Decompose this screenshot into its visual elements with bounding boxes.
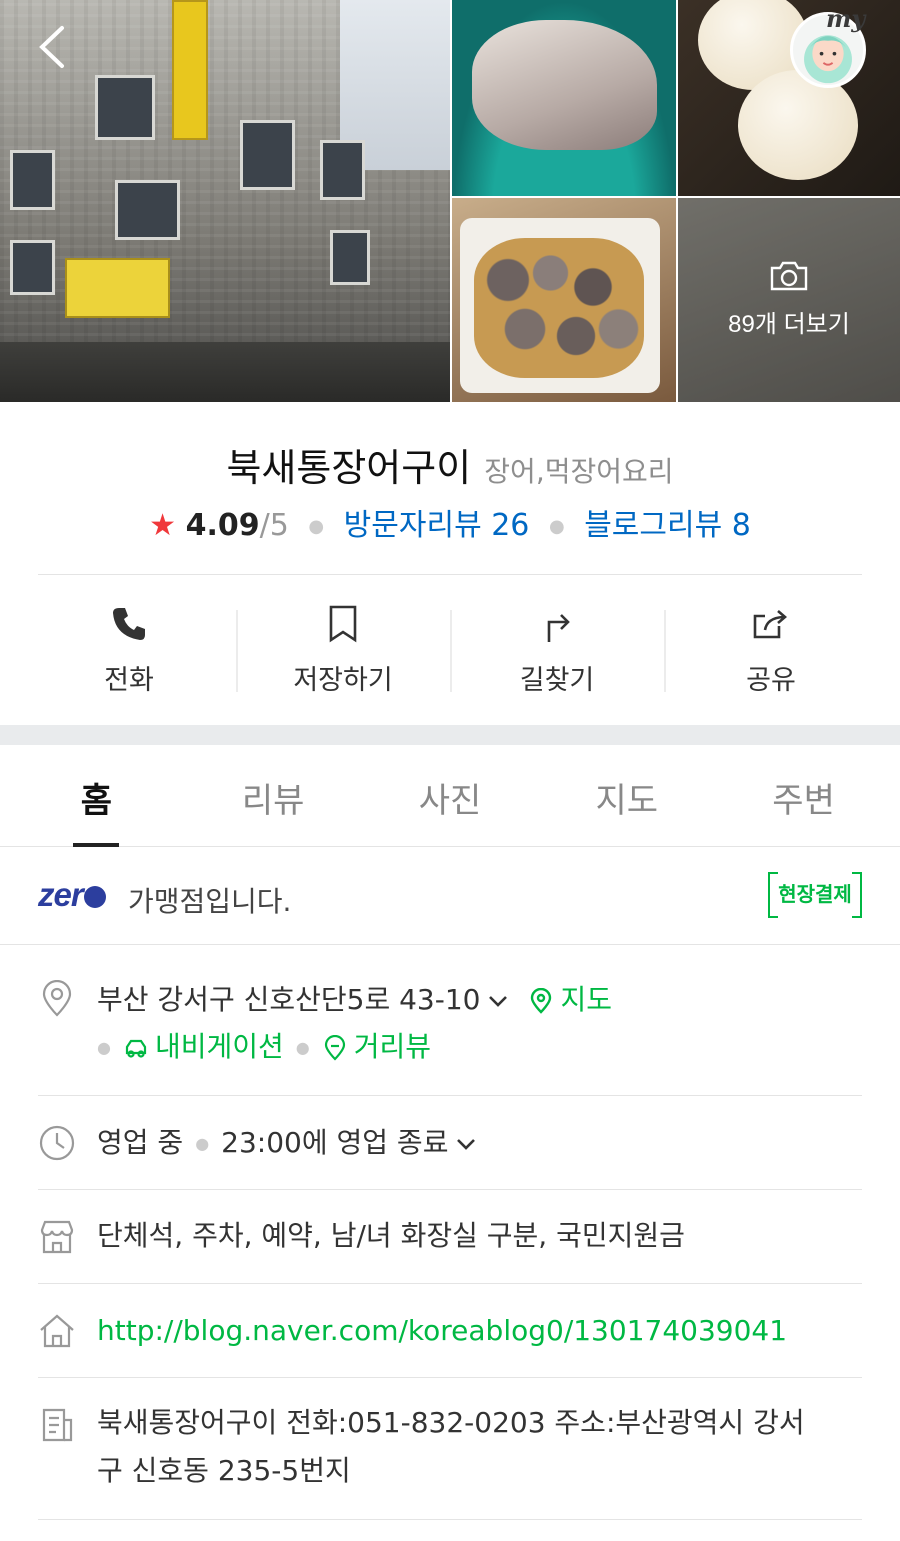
building-window xyxy=(95,75,155,140)
divider xyxy=(38,1095,862,1096)
zeropay-logo: zer xyxy=(38,876,106,914)
rating-score: 4.09 xyxy=(185,508,260,543)
save-label: 저장하기 xyxy=(293,665,393,696)
visitor-reviews-link[interactable]: 방문자리뷰 26 xyxy=(344,508,530,543)
share-icon xyxy=(753,610,787,639)
chevron-down-icon[interactable] xyxy=(486,989,510,1013)
home-icon xyxy=(40,1314,74,1348)
blog-reviews-link[interactable]: 블로그리뷰 8 xyxy=(584,508,751,543)
action-bar: 전화 저장하기 길찾기 공유 xyxy=(22,600,878,700)
horizontal-shop-sign xyxy=(65,258,170,318)
section-gap xyxy=(0,725,900,745)
clock-icon xyxy=(39,1125,75,1161)
car-icon xyxy=(125,1039,147,1058)
tab-home[interactable]: 홈 xyxy=(8,745,185,847)
divider xyxy=(38,1283,862,1284)
building-window xyxy=(10,150,55,210)
place-name: 북새통장어구이 xyxy=(226,446,472,490)
side-dish xyxy=(738,70,858,180)
directions-icon xyxy=(547,614,570,642)
building-window xyxy=(320,140,365,200)
document-icon xyxy=(42,1408,73,1442)
separator-dot: ● xyxy=(195,1134,210,1153)
call-button[interactable]: 전화 xyxy=(22,600,236,700)
map-link[interactable]: 지도 xyxy=(560,983,612,1016)
chevron-down-icon[interactable] xyxy=(454,1132,478,1156)
photo-food-3[interactable] xyxy=(452,198,676,402)
streetview-pin-icon xyxy=(324,1035,345,1061)
description-line-1: 북새통장어구이 전화:051-832-0203 주소:부산광역시 강서 xyxy=(97,1406,805,1439)
hours-row[interactable]: 영업 중 ● 23:00에 영업 종료 xyxy=(97,1120,478,1167)
photo-food-1[interactable] xyxy=(452,0,676,196)
tab-map[interactable]: 지도 xyxy=(538,745,715,846)
tab-bar: 홈 리뷰 사진 지도 주변 xyxy=(0,745,900,847)
address-links-row: ● 내비게이션 ● 거리뷰 xyxy=(97,1024,431,1071)
star-icon: ★ xyxy=(149,508,177,543)
call-label: 전화 xyxy=(104,665,154,696)
directions-button[interactable]: 길찾기 xyxy=(450,600,664,700)
more-photos-button[interactable]: 89개 더보기 xyxy=(678,260,900,339)
place-header: 북새통장어구이 장어,먹장어요리 xyxy=(0,437,900,492)
open-status: 영업 중 xyxy=(97,1126,184,1159)
street-level xyxy=(0,342,450,402)
save-button[interactable]: 저장하기 xyxy=(236,600,450,700)
onsite-payment-badge: 현장결제 xyxy=(768,872,862,918)
description-line-2: 구 신호동 235-5번지 xyxy=(97,1454,351,1487)
divider xyxy=(38,1519,862,1520)
back-arrow-icon[interactable] xyxy=(30,22,80,72)
separator-dot: ● xyxy=(295,1038,310,1057)
directions-label: 길찾기 xyxy=(519,665,595,696)
navigation-link[interactable]: 내비게이션 xyxy=(155,1030,284,1063)
rating-max: /5 xyxy=(259,508,289,543)
streetview-link[interactable]: 거리뷰 xyxy=(354,1030,431,1063)
share-button[interactable]: 공유 xyxy=(664,600,878,700)
separator-dot: ● xyxy=(308,516,325,537)
divider xyxy=(38,574,862,575)
zeropay-badge-icon xyxy=(83,886,106,909)
separator-dot: ● xyxy=(548,516,565,537)
zeropay-logo-text: zer xyxy=(38,876,84,913)
address-row: 부산 강서구 신호산단5로 43-10 지도 xyxy=(97,977,612,1023)
map-pin-icon xyxy=(531,988,552,1014)
place-category: 장어,먹장어요리 xyxy=(484,455,674,488)
bookmark-icon xyxy=(329,605,357,643)
share-label: 공유 xyxy=(746,665,796,696)
camera-icon xyxy=(770,261,808,291)
rating-row: ★ 4.09/5 ● 방문자리뷰 26 ● 블로그리뷰 8 xyxy=(0,500,900,544)
separator-dot: ● xyxy=(97,1038,111,1057)
divider xyxy=(0,944,900,945)
building-window xyxy=(330,230,370,285)
closing-time: 23:00에 영업 종료 xyxy=(221,1126,449,1159)
location-pin-icon xyxy=(42,980,72,1017)
more-photos-label: 89개 더보기 xyxy=(728,311,850,338)
shellfish-dish xyxy=(474,238,644,378)
building-window xyxy=(10,240,55,295)
store-icon xyxy=(40,1220,74,1254)
zeropay-text: 가맹점입니다. xyxy=(128,885,292,918)
zeropay-banner: zer 가맹점입니다. 현장결제 xyxy=(38,872,862,922)
vertical-shop-sign xyxy=(172,0,208,140)
phone-icon xyxy=(113,608,145,640)
website-link[interactable]: http://blog.naver.com/koreablog0/1301740… xyxy=(97,1308,787,1354)
amenities-text: 단체석, 주차, 예약, 남/녀 화장실 구분, 국민지원금 xyxy=(97,1219,685,1252)
photo-more[interactable]: 89개 더보기 xyxy=(678,198,900,402)
tab-photos[interactable]: 사진 xyxy=(362,745,539,846)
my-label: my xyxy=(826,4,866,33)
divider xyxy=(38,1189,862,1190)
address-text[interactable]: 부산 강서구 신호산단5로 43-10 xyxy=(97,983,480,1016)
tab-reviews[interactable]: 리뷰 xyxy=(185,745,362,846)
divider xyxy=(38,1377,862,1378)
raw-eel-dish xyxy=(472,20,657,150)
building-window xyxy=(240,120,295,190)
photo-gallery[interactable]: 89개 더보기 xyxy=(0,0,900,402)
photo-food-2[interactable] xyxy=(678,0,900,196)
building-window xyxy=(115,180,180,240)
tab-nearby[interactable]: 주변 xyxy=(715,745,892,846)
